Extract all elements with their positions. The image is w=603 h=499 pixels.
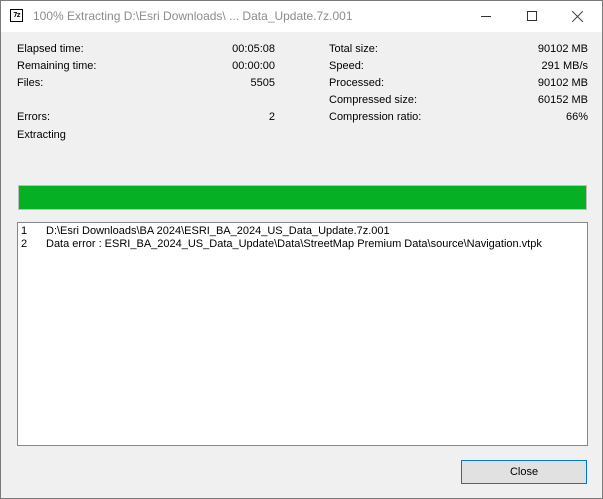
compressed-size-value: 60152 MB	[537, 94, 588, 106]
7zip-app-icon: 7z	[10, 9, 23, 22]
window-close-button[interactable]	[555, 1, 601, 32]
close-button[interactable]: Close	[461, 460, 587, 484]
error-log-list[interactable]: 1 D:\Esri Downloads\BA 2024\ESRI_BA_2024…	[17, 222, 588, 446]
processed-label: Processed:	[329, 77, 385, 89]
errors-label: Errors:	[17, 111, 50, 123]
speed-value: 291 MB/s	[541, 60, 588, 72]
close-icon	[572, 10, 584, 22]
minimize-icon	[481, 16, 491, 17]
maximize-icon	[527, 11, 537, 21]
log-item-number: 1	[21, 225, 28, 237]
total-size-value: 90102 MB	[537, 43, 588, 55]
status-text: Extracting	[17, 129, 66, 141]
elapsed-time-label: Elapsed time:	[17, 43, 84, 55]
maximize-button[interactable]	[509, 1, 555, 32]
extraction-window: 7z 100% Extracting D:\Esri Downloads\ ..…	[0, 0, 603, 499]
files-value: 5505	[250, 77, 275, 89]
errors-value: 2	[268, 111, 275, 123]
files-label: Files:	[17, 77, 44, 89]
speed-label: Speed:	[329, 60, 364, 72]
compressed-size-label: Compressed size:	[329, 94, 418, 106]
total-size-label: Total size:	[329, 43, 378, 55]
progress-bar-fill	[19, 186, 586, 209]
minimize-button[interactable]	[463, 1, 509, 32]
log-item-message: Data error : ESRI_BA_2024_US_Data_Update…	[46, 238, 542, 250]
log-item-number: 2	[21, 238, 28, 250]
window-title: 100% Extracting D:\Esri Downloads\ ... D…	[33, 9, 353, 23]
progress-bar	[18, 185, 587, 210]
remaining-time-label: Remaining time:	[17, 60, 97, 72]
compression-ratio-label: Compression ratio:	[329, 111, 422, 123]
title-bar[interactable]: 7z 100% Extracting D:\Esri Downloads\ ..…	[1, 1, 602, 32]
elapsed-time-value: 00:05:08	[232, 43, 275, 55]
compression-ratio-value: 66%	[565, 111, 588, 123]
remaining-time-value: 00:00:00	[232, 60, 275, 72]
log-item-message: D:\Esri Downloads\BA 2024\ESRI_BA_2024_U…	[46, 225, 390, 237]
processed-value: 90102 MB	[537, 77, 588, 89]
